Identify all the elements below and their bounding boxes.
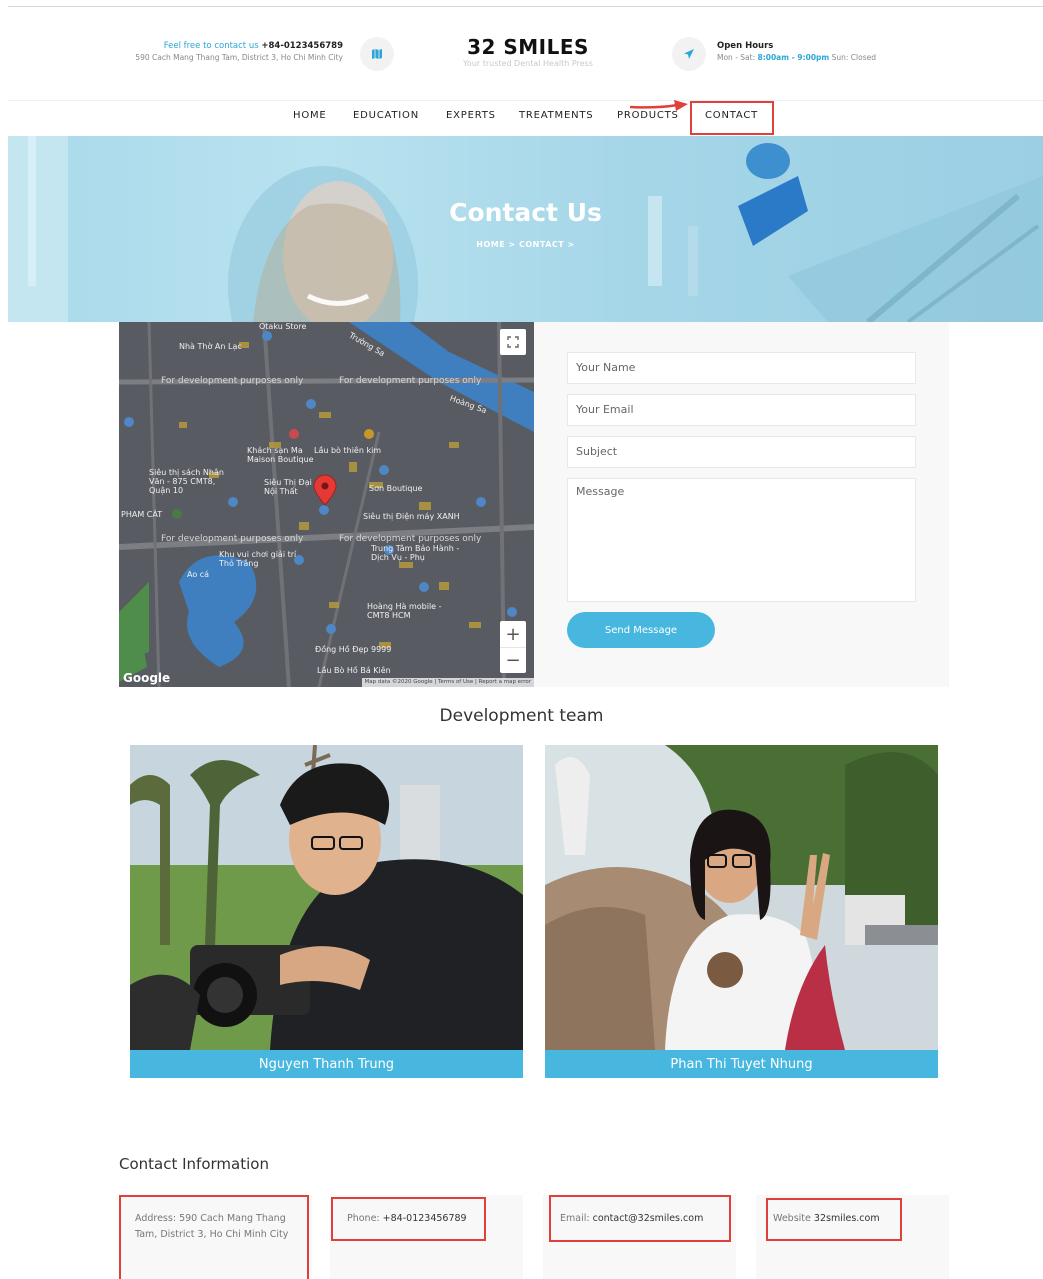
map-label: Sơn Boutique <box>369 484 423 493</box>
contact-form: Your Name Your Email Subject Message Sen… <box>534 322 949 687</box>
logo-title: 32 SMILES <box>467 35 589 59</box>
site-logo[interactable]: 32 SMILES Your trusted Dental Health Pre… <box>440 35 616 69</box>
nav-item-experts[interactable]: EXPERTS <box>446 110 496 121</box>
nav-divider <box>8 100 1043 101</box>
map-icon <box>360 37 394 71</box>
team-card: Phan Thi Tuyet Nhung <box>545 745 938 1078</box>
zoom-in-button[interactable]: + <box>500 621 526 647</box>
address-label: Address: <box>135 1213 177 1224</box>
map-label: PHAM CÁT <box>121 510 163 519</box>
team-title: Development team <box>439 706 604 726</box>
website-value[interactable]: 32smiles.com <box>814 1213 880 1224</box>
website-text: Website 32smiles.com <box>773 1211 880 1227</box>
hours-value: 8:00am - 9:00pm <box>757 53 830 62</box>
nav-item-treatments[interactable]: TREATMENTS <box>519 110 593 121</box>
subject-input[interactable]: Subject <box>567 436 916 468</box>
hours-title: Open Hours <box>717 41 774 51</box>
hero-banner: Contact Us HOME > CONTACT > <box>8 136 1043 322</box>
paper-plane-icon <box>672 37 706 71</box>
map-label: Đồng Hồ Đẹp 9999 <box>315 645 392 654</box>
message-textarea[interactable]: Message <box>567 478 916 602</box>
map-label: Khách sạn Ma Maison Boutique <box>247 446 314 464</box>
hero-title: Contact Us <box>449 198 602 227</box>
map-label: Nhà Thờ An Lạc <box>179 342 242 351</box>
phone-value[interactable]: +84-0123456789 <box>383 1213 467 1224</box>
team-member-photo <box>545 745 938 1050</box>
hero-breadcrumb[interactable]: HOME > CONTACT > <box>8 240 1043 249</box>
contact-info-title: Contact Information <box>119 1155 269 1173</box>
hours-prefix: Mon - Sat: <box>717 53 756 62</box>
map-label: Siêu thị sách Nhân Văn - 875 CMT8, Quận … <box>149 468 224 495</box>
team-member-name: Nguyen Thanh Trung <box>130 1050 523 1078</box>
map-label: Siêu thị Điện máy XANH <box>363 512 460 521</box>
zoom-out-button[interactable]: − <box>500 647 526 673</box>
header-hours: Open Hours Mon - Sat: 8:00am - 9:00pm Su… <box>717 40 876 64</box>
annotation-arrow <box>630 100 688 111</box>
website-label: Website <box>773 1213 811 1224</box>
phone-label: Phone: <box>347 1213 380 1224</box>
map-label: Khu vui chơi giải trí Thỏ Trắng <box>219 550 297 568</box>
team-member-name: Phan Thi Tuyet Nhung <box>545 1050 938 1078</box>
hours-suffix: Sun: Closed <box>831 53 876 62</box>
hero-background-image <box>8 136 1043 322</box>
email-value[interactable]: contact@32smiles.com <box>593 1213 704 1224</box>
map-label: Hoàng Hà mobile - CMT8 HCM <box>367 602 442 620</box>
google-logo: Google <box>123 671 171 685</box>
map-dev-label: For development purposes only <box>339 376 482 386</box>
logo-subtitle: Your trusted Dental Health Press <box>463 59 593 68</box>
email-text: Email: contact@32smiles.com <box>560 1211 703 1227</box>
send-message-button[interactable]: Send Message <box>567 612 715 648</box>
map-dev-label: For development purposes only <box>339 534 482 544</box>
header-address: 590 Cach Mang Thang Tam, District 3, Ho … <box>135 53 343 62</box>
fullscreen-button[interactable] <box>500 329 526 355</box>
address-text: Address: 590 Cach Mang Thang Tam, Distri… <box>135 1211 295 1243</box>
team-card: Nguyen Thanh Trung <box>130 745 523 1078</box>
contact-prefix: Feel free to contact us <box>163 41 259 51</box>
map-label: Ao cá <box>187 570 210 579</box>
google-map[interactable]: Otaku Store Nhà Thờ An Lạc For developme… <box>119 322 534 687</box>
team-member-photo <box>130 745 523 1050</box>
phone-text: Phone: +84-0123456789 <box>347 1211 467 1227</box>
email-label: Email: <box>560 1213 590 1224</box>
top-divider <box>8 6 1043 7</box>
email-input[interactable]: Your Email <box>567 394 916 426</box>
name-input[interactable]: Your Name <box>567 352 916 384</box>
fullscreen-icon <box>507 336 519 348</box>
map-label: Lầu bò thiên kim <box>314 446 382 455</box>
map-dev-label: For development purposes only <box>161 376 304 386</box>
map-attribution[interactable]: Map data ©2020 Google | Terms of Use | R… <box>361 678 534 687</box>
map-label: Siêu Thị Đại Nội Thất <box>264 478 312 496</box>
nav-item-home[interactable]: HOME <box>293 110 327 121</box>
contact-highlight-box <box>690 101 774 135</box>
header-phone[interactable]: +84-0123456789 <box>261 41 343 51</box>
nav-item-education[interactable]: EDUCATION <box>353 110 419 121</box>
map-label: Otaku Store <box>259 322 307 331</box>
header-contact: Feel free to contact us +84-0123456789 5… <box>135 40 343 64</box>
map-label: Trung Tâm Bảo Hành - Dịch Vụ - Phụ <box>371 544 460 562</box>
map-dev-label: For development purposes only <box>161 534 304 544</box>
map-label: Lầu Bò Hồ Bá Kiên <box>317 666 391 675</box>
